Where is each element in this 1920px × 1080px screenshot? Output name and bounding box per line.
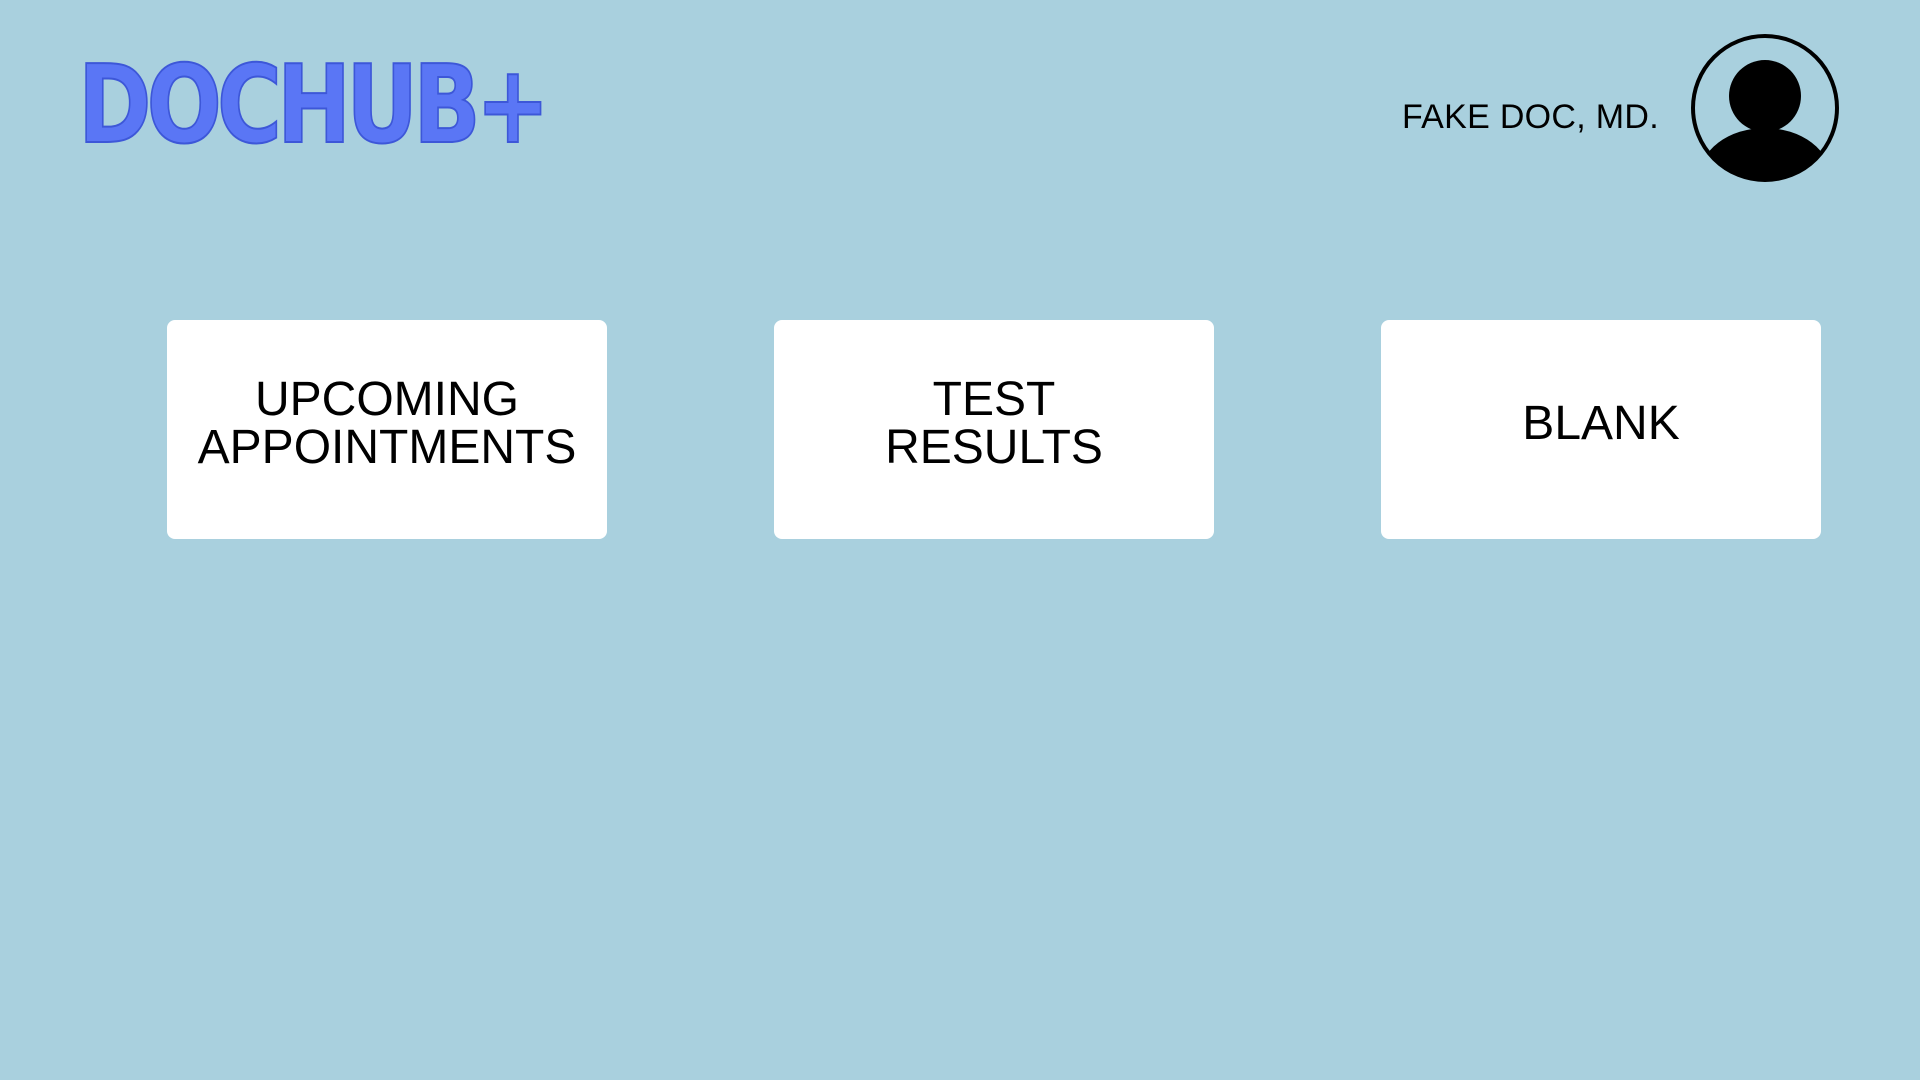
upcoming-appointments-card[interactable]: UPCOMING APPOINTMENTS <box>167 320 607 539</box>
card-label: BLANK <box>1522 396 1680 450</box>
card-label: UPCOMING APPOINTMENTS <box>197 372 577 474</box>
profile-avatar-button[interactable] <box>1690 33 1840 183</box>
blank-card[interactable]: BLANK <box>1381 320 1821 539</box>
card-label: TEST RESULTS <box>885 372 1103 474</box>
doctor-name: FAKE DOC, MD. <box>1401 98 1659 136</box>
test-results-card[interactable]: TEST RESULTS <box>774 320 1214 539</box>
user-avatar-icon <box>1691 34 1839 182</box>
dochub-logo: DOCHUB+ <box>77 43 551 168</box>
